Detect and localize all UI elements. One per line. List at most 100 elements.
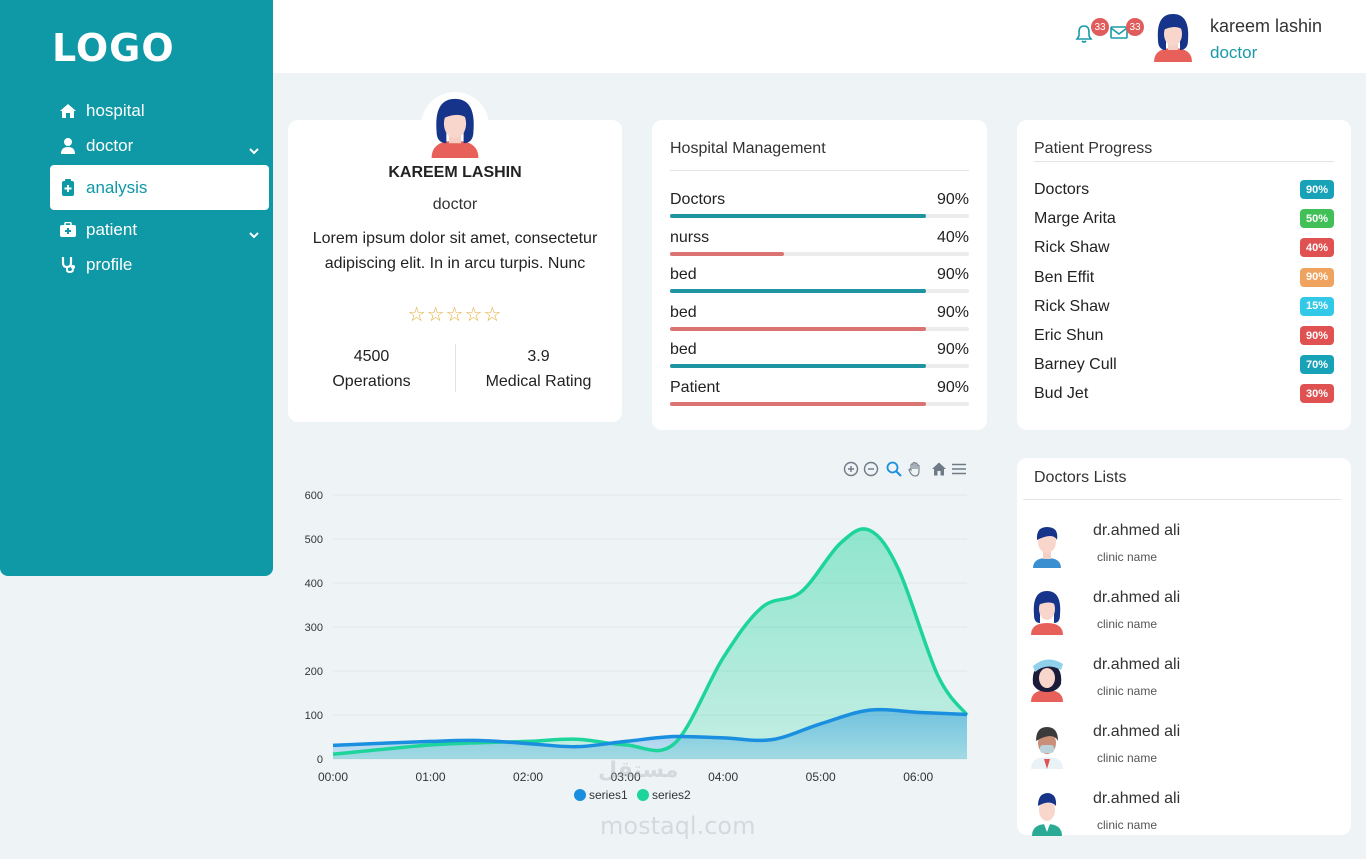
notification-count-badge: 33 [1091, 18, 1109, 36]
user-md-icon [58, 136, 78, 156]
list-item[interactable]: dr.ahmed ali clinic name [1017, 518, 1351, 585]
divider [1034, 161, 1334, 162]
chart-plot: 010020030040050060000:00 01:00 02:00 03:00 0… [305, 490, 969, 802]
notifications-button[interactable]: 33 [1075, 18, 1109, 46]
card-title: Patient Progress [1034, 140, 1153, 157]
patient-name: Marge Arita [1034, 210, 1116, 228]
y-tick-label: 400 [305, 578, 323, 590]
stat-value: 3.9 [527, 348, 550, 365]
doctors-list-card: Doctors Lists dr.ahmed ali clinic name dr.… [1017, 458, 1351, 836]
avatar [1032, 793, 1062, 836]
sidebar-item-profile[interactable]: profile [50, 247, 269, 282]
clinic-name: clinic name [1097, 684, 1158, 698]
stat-operations: 4500 Operations [288, 344, 455, 394]
status-badge: 90% [1300, 267, 1334, 287]
avatar [421, 92, 489, 160]
legend-label: series2 [652, 788, 691, 802]
progress-fill [670, 401, 926, 406]
profile-role: doctor [432, 196, 478, 213]
progress-row: Doctors 90% [670, 191, 969, 225]
doctor-name: dr.ahmed ali [1093, 790, 1181, 807]
list-item: Ben Effit 90% [1034, 267, 1334, 291]
logo[interactable]: LOGO [52, 26, 175, 70]
chevron-down-icon[interactable] [249, 140, 259, 160]
patient-name: Doctors [1034, 181, 1090, 198]
sidebar-item-doctor[interactable]: doctor [50, 128, 269, 163]
chevron-down-icon[interactable] [249, 224, 259, 244]
y-tick-label: 300 [305, 622, 323, 634]
progress-percent: 40% [936, 228, 969, 246]
patient-name: Rick Shaw [1034, 239, 1110, 257]
sidebar-item-label: patient [86, 219, 138, 239]
progress-row: Patient 90% [670, 379, 969, 413]
stat-label: Operations [332, 373, 411, 390]
legend-marker [574, 789, 586, 801]
top-header: 33 33 kareem lashin doctor [273, 0, 1366, 73]
avatar[interactable] [1150, 10, 1196, 62]
status-badge: 70% [1300, 355, 1334, 375]
list-item[interactable]: dr.ahmed ali clinic name [1017, 585, 1351, 652]
medkit-icon [58, 220, 78, 240]
list-item[interactable]: dr.ahmed ali clinic name [1017, 786, 1351, 853]
divider [1023, 499, 1341, 500]
status-badge: 30% [1300, 384, 1334, 404]
list-item: Marge Arita 50% [1034, 208, 1334, 232]
progress-row: bed 90% [670, 266, 969, 300]
list-item: Bud Jet 30% [1034, 383, 1334, 407]
clinic-name: clinic name [1097, 751, 1158, 765]
status-badge: 15% [1300, 296, 1334, 316]
rating-stars[interactable]: ☆☆☆☆☆ [288, 302, 622, 327]
patient-name: Eric Shun [1034, 327, 1104, 344]
sidebar-item-analysis[interactable]: analysis [50, 165, 269, 210]
status-badge: 90% [1300, 180, 1334, 199]
doctor-name: dr.ahmed ali [1093, 723, 1181, 740]
header-user-name[interactable]: kareem lashin [1210, 16, 1322, 37]
progress-label: Doctors [670, 191, 726, 208]
progress-track [670, 214, 969, 218]
list-item[interactable]: dr.ahmed ali clinic name [1017, 719, 1351, 786]
progress-label: Patient [670, 378, 720, 396]
avatar [1033, 527, 1061, 568]
progress-percent: 90% [936, 378, 969, 396]
status-badge: 40% [1300, 238, 1334, 258]
progress-track [670, 401, 969, 406]
sidebar-item-label: profile [86, 254, 133, 274]
progress-fill [670, 364, 926, 368]
profile-description: Lorem ipsum dolor sit amet, consectetur … [312, 230, 598, 272]
x-tick-label: 00:00 [318, 770, 348, 784]
sidebar-item-label: hospital [86, 100, 145, 120]
progress-fill [670, 326, 926, 331]
watermark-latin: mostaql.com [600, 812, 756, 840]
home-icon [58, 101, 78, 121]
messages-button[interactable]: 33 [1110, 18, 1144, 46]
progress-label: bed [670, 341, 697, 358]
progress-percent: 90% [936, 191, 969, 208]
list-item: Rick Shaw 40% [1034, 237, 1334, 261]
progress-percent: 90% [936, 266, 969, 283]
progress-row: nurss 40% [670, 229, 969, 263]
patient-name: Rick Shaw [1034, 297, 1110, 315]
progress-percent: 90% [936, 341, 969, 358]
card-title: Hospital Management [670, 140, 826, 157]
progress-fill [670, 251, 784, 256]
x-tick-label: 04:00 [708, 770, 738, 784]
progress-row: bed 90% [670, 304, 969, 338]
y-tick-label: 200 [305, 666, 323, 678]
sidebar-item-hospital[interactable]: hospital [50, 93, 269, 128]
profile-name: KAREEM LASHIN [388, 164, 522, 181]
clinic-name: clinic name [1097, 818, 1158, 832]
header-user-role: doctor [1210, 43, 1258, 62]
progress-label: nurss [670, 228, 710, 246]
progress-track [670, 364, 969, 368]
clipboard-plus-icon [58, 178, 78, 198]
list-item[interactable]: dr.ahmed ali clinic name [1017, 652, 1351, 719]
stethoscope-icon [58, 255, 78, 275]
y-tick-label: 500 [305, 534, 323, 546]
progress-percent: 90% [936, 303, 969, 321]
progress-track [670, 326, 969, 331]
sidebar-item-patient[interactable]: patient [50, 212, 269, 247]
x-tick-label: 06:00 [903, 770, 933, 784]
patient-progress-card: Patient Progress Doctors 90% Marge Arita 50… [1017, 120, 1351, 430]
clinic-name: clinic name [1097, 550, 1158, 564]
avatar [1031, 591, 1063, 635]
